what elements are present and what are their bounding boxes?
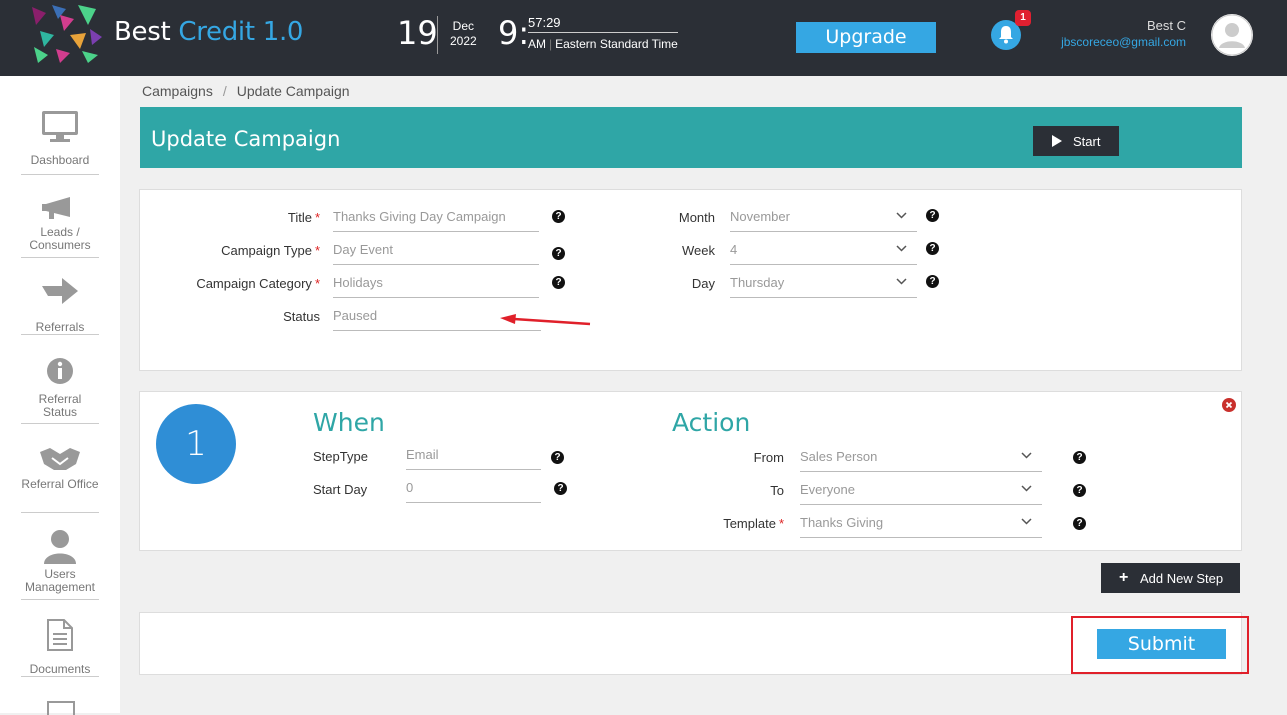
- sidebar-item-leads[interactable]: Leads / Consumers: [21, 196, 99, 258]
- logo-icon: [30, 5, 104, 63]
- date-month-year: Dec 2022: [450, 19, 477, 48]
- time-hour: 9:: [498, 14, 530, 52]
- month-select[interactable]: November: [730, 204, 917, 232]
- campaign-category-label: Campaign Category *: [196, 276, 320, 291]
- avatar[interactable]: [1211, 14, 1253, 56]
- sidebar-item-label: Referral Office: [21, 477, 99, 491]
- campaign-details-panel: Title * Thanks Giving Day Campaign ? Camp…: [139, 189, 1242, 371]
- sidebar-item-referrals[interactable]: Referrals: [21, 276, 99, 335]
- help-icon[interactable]: ?: [926, 275, 939, 288]
- sidebar-item-users-management[interactable]: Users Management: [21, 528, 99, 600]
- page-header: Update Campaign Start: [140, 107, 1242, 168]
- handshake-icon: [40, 448, 80, 470]
- help-icon[interactable]: ?: [554, 482, 567, 495]
- annotation-highlight-box: [1071, 616, 1249, 674]
- day-select[interactable]: Thursday: [730, 270, 917, 298]
- time-minutes-seconds: 57:29: [528, 15, 678, 33]
- week-select[interactable]: 4: [730, 237, 917, 265]
- from-label: From: [753, 450, 784, 465]
- help-icon[interactable]: ?: [552, 210, 565, 223]
- from-select[interactable]: Sales Person: [800, 444, 1042, 472]
- close-icon[interactable]: [1222, 398, 1236, 412]
- plus-icon: +: [1119, 569, 1129, 586]
- day-label: Day: [691, 276, 715, 291]
- chevron-down-icon: [1021, 452, 1032, 459]
- help-icon[interactable]: ?: [1073, 517, 1086, 530]
- upgrade-button[interactable]: Upgrade: [796, 22, 936, 53]
- sidebar-item-label: Dashboard: [30, 153, 90, 167]
- sidebar-item-referral-office[interactable]: Referral Office: [21, 444, 99, 513]
- breadcrumb: Campaigns / Update Campaign: [142, 83, 350, 99]
- chevron-down-icon: [896, 245, 907, 252]
- play-icon: [1052, 135, 1062, 147]
- chevron-down-icon: [1021, 485, 1032, 492]
- template-label: Template *: [723, 516, 784, 531]
- help-icon[interactable]: ?: [1073, 484, 1086, 497]
- sidebar-item-label: Users Management: [24, 567, 96, 594]
- arrow-right-icon: [42, 278, 78, 304]
- chevron-down-icon: [896, 278, 907, 285]
- step-number: 1: [156, 404, 236, 484]
- start-day-label: Start Day: [313, 482, 368, 497]
- help-icon[interactable]: ?: [552, 276, 565, 289]
- sidebar-item-dashboard[interactable]: Dashboard: [21, 110, 99, 175]
- chevron-down-icon: [896, 212, 907, 219]
- megaphone-icon: [42, 197, 70, 219]
- breadcrumb-campaigns[interactable]: Campaigns: [142, 83, 213, 99]
- breadcrumb-current: Update Campaign: [236, 83, 350, 99]
- help-icon[interactable]: ?: [1073, 451, 1086, 464]
- start-day-input[interactable]: 0: [406, 475, 541, 503]
- title-input[interactable]: Thanks Giving Day Campaign: [333, 204, 539, 232]
- to-select[interactable]: Everyone: [800, 477, 1042, 505]
- date-divider: [437, 16, 438, 54]
- date-day: 19: [397, 14, 438, 52]
- steptype-input[interactable]: Email: [406, 442, 541, 470]
- sidebar-item-referral-status[interactable]: Referral Status: [21, 356, 99, 424]
- campaign-category-input[interactable]: Holidays: [333, 270, 539, 298]
- annotation-arrow-icon: [500, 314, 591, 326]
- help-icon[interactable]: ?: [926, 242, 939, 255]
- action-title: Action: [672, 408, 751, 437]
- sidebar-item-label: Referral Status: [38, 392, 82, 419]
- help-icon[interactable]: ?: [551, 451, 564, 464]
- month-label: Month: [678, 210, 715, 225]
- help-icon[interactable]: ?: [926, 209, 939, 222]
- brand-title: Best Credit 1.0: [114, 17, 304, 47]
- campaign-type-input[interactable]: Day Event: [333, 237, 539, 265]
- top-bar: Best Credit 1.0 19 Dec 2022 9: 57:29 AM | E…: [0, 0, 1287, 76]
- sidebar-item-label: Documents: [29, 662, 91, 676]
- to-label: To: [770, 483, 784, 498]
- help-icon[interactable]: ?: [552, 247, 565, 260]
- sidebar-item-label: Leads / Consumers: [29, 225, 91, 252]
- status-label: Status: [283, 309, 320, 324]
- template-select[interactable]: Thanks Giving: [800, 510, 1042, 538]
- add-new-step-button[interactable]: + Add New Step: [1101, 563, 1240, 593]
- start-button[interactable]: Start: [1033, 126, 1119, 156]
- info-icon: [47, 358, 73, 384]
- steptype-label: StepType: [313, 449, 368, 464]
- time-ampm-zone: AM | Eastern Standard Time: [528, 37, 678, 51]
- notification-badge: 1: [1015, 10, 1031, 26]
- sidebar-item-documents[interactable]: Documents: [21, 619, 99, 677]
- when-title: When: [313, 408, 385, 437]
- campaign-type-label: Campaign Type *: [221, 243, 320, 258]
- monitor-icon: [42, 111, 78, 142]
- user-email[interactable]: jbscoreceo@gmail.com: [1061, 35, 1186, 49]
- week-label: Week: [682, 243, 715, 258]
- document-icon: [47, 619, 73, 651]
- step-panel: 1 When Action StepType Email ? Start Day…: [139, 391, 1242, 551]
- user-name[interactable]: Best C: [1147, 18, 1186, 33]
- title-label: Title *: [287, 210, 320, 225]
- page-title: Update Campaign: [151, 127, 341, 151]
- sidebar-item-label: Referrals: [35, 320, 85, 334]
- chevron-down-icon: [1021, 518, 1032, 525]
- user-icon: [44, 530, 76, 564]
- sidebar: Dashboard Leads / Consumers Referrals Re…: [0, 76, 120, 715]
